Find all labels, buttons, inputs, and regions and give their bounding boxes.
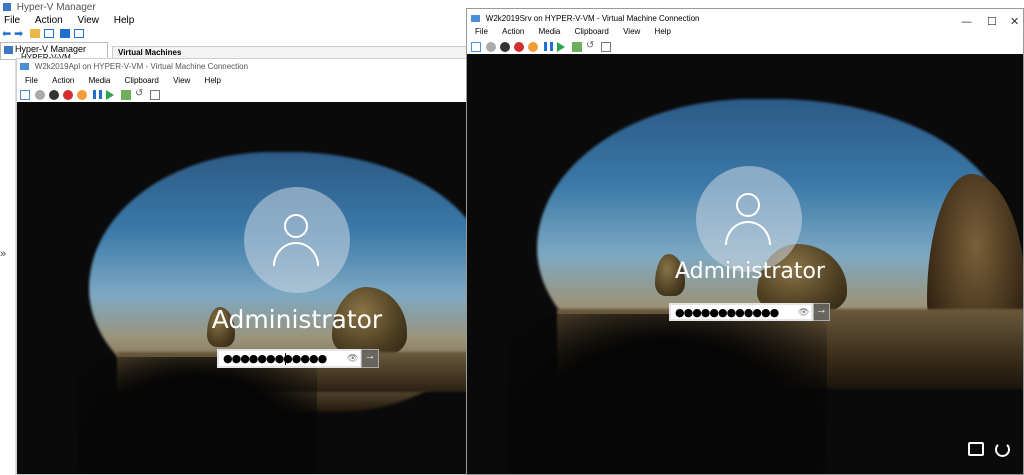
help-icon[interactable] <box>60 29 70 38</box>
hyperv-tree-icon <box>4 46 13 54</box>
pause-icon[interactable] <box>544 42 553 51</box>
cave-shadow-left <box>77 357 317 474</box>
vm-connection-icon <box>20 62 29 70</box>
manager-menu-file[interactable]: File <box>4 15 20 26</box>
password-mask-left: ●●●●●●●●●●●● <box>223 352 327 365</box>
manager-left-border: » <box>0 60 16 475</box>
properties-icon[interactable] <box>74 29 84 38</box>
submit-button-right[interactable]: → <box>813 303 830 321</box>
vm-right-screen[interactable]: Administrator ●●●●●●●●●●●● 👁 → <box>467 54 1023 474</box>
vm-left-menu-view[interactable]: View <box>173 76 190 85</box>
pause-icon[interactable] <box>93 90 102 99</box>
user-avatar-left <box>244 187 350 293</box>
vm-right-menu-help[interactable]: Help <box>655 27 671 36</box>
enhanced-session-icon[interactable] <box>601 42 611 52</box>
username-label-left: Administrator <box>211 305 383 334</box>
turn-off-icon[interactable] <box>486 42 496 52</box>
forward-arrow-icon[interactable]: ➡ <box>14 27 23 40</box>
vm-connection-icon <box>471 14 480 22</box>
ctrl-alt-del-icon[interactable] <box>20 90 30 100</box>
vm-left-menubar: File Action Media Clipboard View Help <box>17 76 467 88</box>
vm-right-titlebar: W2k2019Srv on HYPER-V-VM - Virtual Machi… <box>467 13 1023 27</box>
vm-left-menu-help[interactable]: Help <box>205 76 221 85</box>
cave-shadow-right <box>507 314 827 474</box>
user-avatar-right <box>696 166 802 272</box>
hyperv-manager-icon <box>3 3 11 12</box>
password-input-left[interactable]: ●●●●●●●●●●●● 👁 <box>217 349 362 368</box>
vm-right-menu-clipboard[interactable]: Clipboard <box>575 27 609 36</box>
start-icon[interactable] <box>557 42 565 52</box>
network-icon[interactable] <box>968 442 984 456</box>
folder-icon[interactable] <box>30 29 40 38</box>
vm-left-toolbar: ↺ <box>17 88 467 101</box>
vm-right-title: W2k2019Srv on HYPER-V-VM - Virtual Machi… <box>485 14 700 23</box>
vm-left-menu-action[interactable]: Action <box>52 76 74 85</box>
shutdown-icon[interactable] <box>63 90 73 100</box>
virtual-machines-header: Virtual Machines <box>118 48 182 57</box>
back-arrow-icon[interactable]: ⬅ <box>2 27 11 40</box>
vm-left-menu-file[interactable]: File <box>25 76 38 85</box>
turn-off-icon[interactable] <box>35 90 45 100</box>
vm-right-menubar: File Action Media Clipboard View Help <box>467 27 1023 39</box>
revert-icon[interactable]: ↺ <box>135 88 143 99</box>
manager-title: Hyper-V Manager <box>16 2 96 13</box>
manager-menu-action[interactable]: Action <box>35 15 63 26</box>
reveal-password-icon-left[interactable]: 👁 <box>347 353 358 364</box>
vm-connection-left-window: W2k2019Apl on HYPER-V-VM - Virtual Machi… <box>16 58 468 475</box>
vm-left-title: W2k2019Apl on HYPER-V-VM - Virtual Machi… <box>34 62 249 71</box>
stop-icon[interactable] <box>500 42 510 52</box>
vm-right-menu-action[interactable]: Action <box>502 27 524 36</box>
vm-left-titlebar: W2k2019Apl on HYPER-V-VM - Virtual Machi… <box>17 61 467 73</box>
username-label-right: Administrator <box>675 259 825 284</box>
ctrl-alt-del-icon[interactable] <box>471 42 481 52</box>
start-icon[interactable] <box>106 90 114 100</box>
manager-menu-help[interactable]: Help <box>114 15 135 26</box>
checkpoint-icon[interactable] <box>572 42 582 52</box>
panel-icon[interactable] <box>44 29 54 38</box>
vm-right-menu-media[interactable]: Media <box>539 27 561 36</box>
vm-right-menu-view[interactable]: View <box>623 27 640 36</box>
manager-menu-view[interactable]: View <box>77 15 99 26</box>
save-state-icon[interactable] <box>77 90 87 100</box>
reveal-password-icon-right[interactable]: 👁 <box>798 307 809 318</box>
password-mask-right: ●●●●●●●●●●●● <box>675 306 779 319</box>
submit-button-left[interactable]: → <box>361 349 379 368</box>
stop-icon[interactable] <box>49 90 59 100</box>
expand-pane-icon[interactable]: » <box>0 248 6 260</box>
manager-toolbar: ⬅ ➡ <box>0 27 470 41</box>
manager-menubar: File Action View Help <box>0 15 470 27</box>
vm-connection-right-window: W2k2019Srv on HYPER-V-VM - Virtual Machi… <box>466 8 1024 475</box>
save-state-icon[interactable] <box>528 42 538 52</box>
manager-titlebar: Hyper-V Manager <box>0 2 470 14</box>
vm-left-screen[interactable]: Administrator ●●●●●●●●●●●● 👁 → <box>17 102 467 474</box>
revert-icon[interactable]: ↺ <box>586 40 594 51</box>
vm-left-menu-media[interactable]: Media <box>89 76 111 85</box>
vm-right-menu-file[interactable]: File <box>475 27 488 36</box>
vm-left-menu-clipboard[interactable]: Clipboard <box>125 76 159 85</box>
password-input-right[interactable]: ●●●●●●●●●●●● 👁 <box>669 303 813 321</box>
checkpoint-icon[interactable] <box>121 90 131 100</box>
vm-right-toolbar: ↺ <box>467 40 1023 53</box>
enhanced-session-icon[interactable] <box>150 90 160 100</box>
power-icon[interactable] <box>995 442 1010 457</box>
shutdown-icon[interactable] <box>514 42 524 52</box>
